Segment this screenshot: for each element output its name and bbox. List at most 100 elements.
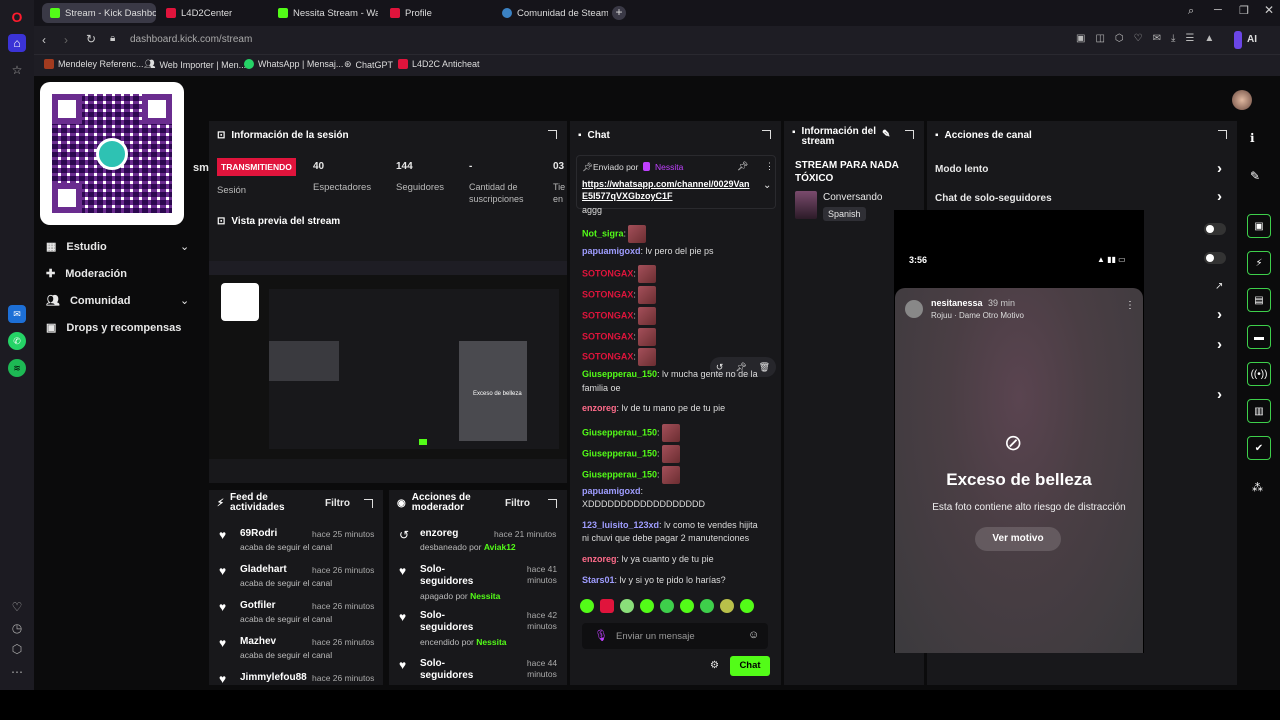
emote-icon[interactable] <box>660 599 674 613</box>
tab-profile[interactable]: Profile <box>382 3 490 23</box>
ai-button[interactable]: AI <box>1247 34 1257 45</box>
tab-kick-dashboard[interactable]: Stream - Kick Dashboard <box>42 3 156 23</box>
toggle-switch[interactable] <box>1204 252 1226 264</box>
chevron-down-icon[interactable]: ⌄ <box>763 180 771 191</box>
filter-button[interactable]: Filtro <box>505 498 530 509</box>
mod-action-by[interactable]: Nessita <box>470 591 500 601</box>
new-tab-button[interactable]: + <box>612 6 626 20</box>
microphone-icon[interactable]: 🎙︎ <box>594 629 608 642</box>
user-avatar[interactable] <box>1232 90 1252 110</box>
extension-icons[interactable]: ▣◫⬡♡✉⤓☰▲ <box>1076 33 1224 44</box>
chat-username[interactable]: enzoreg <box>582 554 617 564</box>
mod-action-by[interactable]: Aviak12 <box>484 542 516 552</box>
history-icon[interactable]: ◷ <box>8 619 26 637</box>
send-chat-button[interactable]: Chat <box>730 656 770 676</box>
opera-logo-icon[interactable]: O <box>8 8 26 26</box>
emote-icon[interactable] <box>620 599 634 613</box>
back-icon[interactable]: ‹ <box>42 33 46 47</box>
emote-icon[interactable] <box>600 599 614 613</box>
chat-username[interactable]: SOTONGAX <box>582 331 633 341</box>
broadcast-icon[interactable]: ((•)) <box>1247 362 1271 386</box>
tab-steam-community[interactable]: Comunidad de Steam :: N <box>494 3 608 23</box>
emoji-icon[interactable]: ☺ <box>748 629 759 641</box>
emote-icon[interactable] <box>680 599 694 613</box>
chevron-right-icon[interactable]: › <box>1217 306 1222 323</box>
expand-icon[interactable] <box>364 499 373 508</box>
emote-icon[interactable] <box>640 599 654 613</box>
toggle-switch[interactable] <box>1204 223 1226 235</box>
chat-username[interactable]: Stars01 <box>582 575 615 585</box>
chevron-right-icon[interactable]: › <box>1217 386 1222 403</box>
mod-action-target[interactable]: Solo-seguidores <box>420 564 473 588</box>
chevron-right-icon[interactable]: › <box>1217 160 1222 177</box>
activity-user[interactable]: Gladehart <box>240 564 287 575</box>
chat-username[interactable]: papuamigoxd <box>582 246 641 256</box>
post-song[interactable]: Rojuu · Dame Otro Motivo <box>931 311 1024 320</box>
spotify-icon[interactable]: ≋ <box>8 359 26 377</box>
activity-user[interactable]: 69Rodri <box>240 528 277 539</box>
expand-icon[interactable] <box>905 130 914 139</box>
bookmark-mendeley[interactable]: Mendeley Referenc... <box>44 59 144 69</box>
mod-action-target[interactable]: Solo-seguidores <box>420 610 473 634</box>
cube-icon[interactable]: ⬡ <box>8 640 26 658</box>
action-slow-mode[interactable]: Modo lento <box>935 164 988 175</box>
chat-username[interactable]: 123_luisito_123xd <box>582 520 659 530</box>
forward-icon[interactable]: › <box>64 33 68 47</box>
more-icon[interactable]: ⋮ <box>1125 300 1135 311</box>
pencil-icon[interactable]: ✎ <box>1250 169 1260 183</box>
nav-moderacion[interactable]: ✚ Moderación <box>46 267 127 281</box>
chat-input[interactable]: 🎙︎ Enviar un mensaje ☺ <box>582 623 768 649</box>
see-reason-button[interactable]: Ver motivo <box>975 527 1061 551</box>
minimize-icon[interactable]: ─ <box>1214 4 1222 16</box>
chat-username[interactable]: Giusepperau_150 <box>582 469 657 479</box>
chat-username[interactable]: SOTONGAX <box>582 310 633 320</box>
delete-icon[interactable]: 🗑︎ <box>759 362 770 373</box>
stream-preview-video[interactable]: Exceso de belleza <box>209 261 567 459</box>
close-window-icon[interactable]: ✕ <box>1264 3 1274 17</box>
chevron-right-icon[interactable]: › <box>1217 188 1222 205</box>
tab-nessita-stream[interactable]: Nessita Stream - Watch L <box>270 3 378 23</box>
chat-username[interactable]: SOTONGAX <box>582 351 633 361</box>
bookmark-l4d2c[interactable]: L4D2C Anticheat <box>398 59 480 69</box>
bookmark-chatgpt[interactable]: ⊛ ChatGPT <box>344 59 393 70</box>
whatsapp-icon[interactable]: ✆ <box>8 332 26 350</box>
pinned-user[interactable]: Nessita <box>655 162 683 172</box>
home-icon[interactable]: ⌂ <box>8 34 26 52</box>
restore-icon[interactable]: ❐ <box>1239 4 1249 17</box>
messenger-icon[interactable]: ✉ <box>8 305 26 323</box>
bolt-icon[interactable]: ⚡︎ <box>1247 251 1271 275</box>
star-icon[interactable]: ☆ <box>8 61 26 79</box>
edit-icon[interactable]: ✎ <box>882 129 890 140</box>
settings-icon[interactable]: ⚙ <box>710 660 719 671</box>
emote-icon[interactable] <box>720 599 734 613</box>
reload-icon[interactable]: ↻ <box>86 32 96 46</box>
save-icon[interactable]: ▥ <box>1247 399 1271 423</box>
tab-l4d2center[interactable]: L4D2Center <box>158 3 266 23</box>
post-username[interactable]: nesitanessa <box>931 298 983 308</box>
action-followers-only[interactable]: Chat de solo-seguidores <box>935 193 1052 204</box>
info-icon[interactable]: ℹ <box>1250 131 1255 145</box>
chat-username[interactable]: papuamigoxd <box>582 486 641 496</box>
nav-drops[interactable]: ▣ Drops y recompensas <box>46 321 181 335</box>
activity-user[interactable]: Gotfiler <box>240 600 276 611</box>
more-icon[interactable]: ⋯ <box>8 663 26 681</box>
pinned-link[interactable]: https://whatsapp.com/channel/0029VanE5I5… <box>582 178 752 202</box>
chat-username[interactable]: enzoreg <box>582 403 617 413</box>
nav-estudio[interactable]: ▦ Estudio <box>46 240 107 254</box>
chat-username[interactable]: SOTONGAX <box>582 289 633 299</box>
emote-icon[interactable] <box>740 599 754 613</box>
bookmark-whatsapp[interactable]: WhatsApp | Mensaj... <box>244 59 343 69</box>
emote-icon[interactable] <box>580 599 594 613</box>
activity-user[interactable]: Jimmylefou88 <box>240 672 307 683</box>
clipboard-icon[interactable]: ▤ <box>1247 288 1271 312</box>
chevron-down-icon[interactable]: ⌄ <box>180 240 189 253</box>
more-icon[interactable]: ⋮ <box>765 161 774 172</box>
mod-action-target[interactable]: enzoreg <box>420 528 490 540</box>
chevron-down-icon[interactable]: ⌄ <box>180 294 189 307</box>
chevron-right-icon[interactable]: › <box>1217 336 1222 353</box>
bookmark-web-importer[interactable]: 👥︎ Web Importer | Men... <box>144 59 246 70</box>
search-tabs-icon[interactable]: ⌕ <box>1188 5 1194 18</box>
expand-icon[interactable] <box>548 499 557 508</box>
chat-username[interactable]: Giusepperau_150 <box>582 369 657 379</box>
camera-icon[interactable]: ▣ <box>1247 214 1271 238</box>
